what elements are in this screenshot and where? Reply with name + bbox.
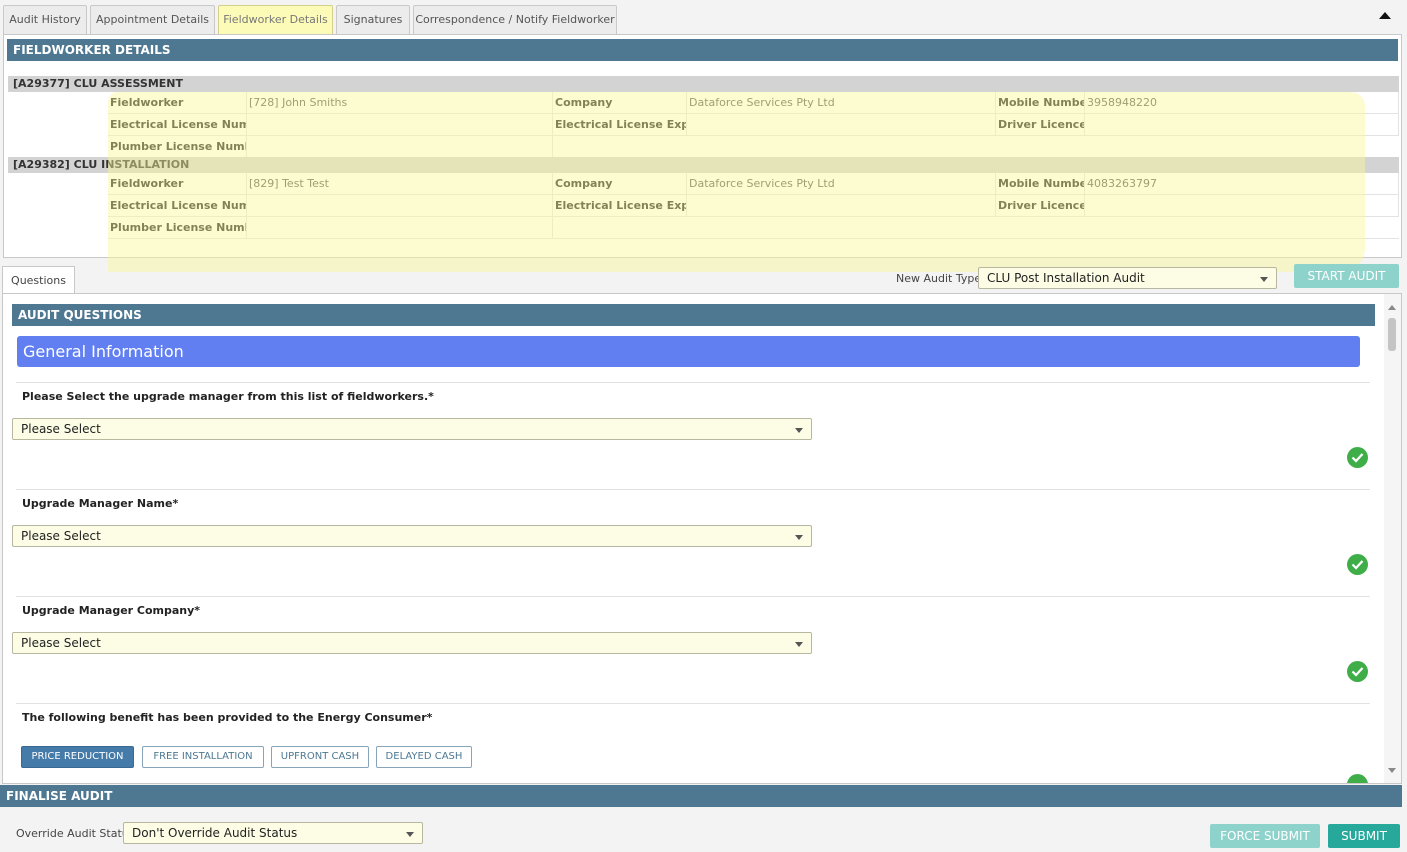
chevron-down-icon (1260, 277, 1268, 282)
electrical-license-label: Electrical License Number (108, 195, 247, 216)
delayed-cash-button[interactable]: DELAYED CASH (376, 746, 472, 768)
fieldworker-details-header: FIELDWORKER DETAILS (7, 39, 1398, 61)
vertical-scrollbar[interactable] (1384, 294, 1401, 783)
override-status-select[interactable]: Don't Override Audit Status (123, 822, 423, 844)
driver-licence-value (1085, 114, 1399, 135)
mobile-label: Mobile Number (996, 92, 1085, 113)
driver-licence-label: Driver Licence (996, 195, 1085, 216)
fieldworker-grid-installation: Fieldworker [829] Test Test Company Data… (108, 173, 1399, 239)
audit-questions-header: AUDIT QUESTIONS (12, 304, 1375, 326)
collapse-up-icon[interactable] (1379, 12, 1391, 19)
fieldworker-value: [829] Test Test (247, 173, 553, 194)
question-label: Upgrade Manager Name* (22, 497, 179, 510)
company-value: Dataforce Services Pty Ltd (687, 92, 996, 113)
question-label: Please Select the upgrade manager from t… (22, 390, 434, 403)
driver-licence-value (1085, 195, 1399, 216)
mobile-label: Mobile Number (996, 173, 1085, 194)
fieldworker-label: Fieldworker (108, 92, 247, 113)
finalise-audit-header: FINALISE AUDIT (0, 785, 1402, 807)
fw-row: Plumber License Number (108, 136, 1399, 158)
override-status-label: Override Audit Status (16, 827, 135, 840)
fw-row: Plumber License Number (108, 217, 1399, 239)
fieldworker-label: Fieldworker (108, 173, 247, 194)
divider (16, 382, 1370, 383)
check-circle-icon (1347, 554, 1368, 575)
override-status-value: Don't Override Audit Status (132, 826, 298, 840)
chevron-down-icon (406, 832, 414, 837)
fieldworker-value: [728] John Smiths (247, 92, 553, 113)
driver-licence-label: Driver Licence (996, 114, 1085, 135)
audit-type-value: CLU Post Installation Audit (987, 271, 1145, 285)
check-circle-icon (1347, 661, 1368, 682)
electrical-license-value (247, 114, 553, 135)
check-circle-icon (1347, 774, 1368, 783)
question-label: Upgrade Manager Company* (22, 604, 201, 617)
divider (16, 596, 1370, 597)
force-submit-button[interactable]: FORCE SUBMIT (1210, 824, 1320, 848)
company-label: Company (553, 173, 687, 194)
tab-appointment-details[interactable]: Appointment Details (90, 5, 215, 34)
mobile-value: 3958948220 (1085, 92, 1399, 113)
company-label: Company (553, 92, 687, 113)
audit-type-select[interactable]: CLU Post Installation Audit (978, 267, 1277, 289)
upgrade-manager-company-select[interactable]: Please Select (12, 632, 812, 654)
question-label: The following benefit has been provided … (22, 711, 433, 724)
group-title-installation: [A29382] CLU INSTALLATION (8, 157, 1399, 173)
select-value: Please Select (21, 529, 101, 543)
electrical-expires-value (687, 114, 996, 135)
top-tab-bar: Audit History Appointment Details Fieldw… (3, 5, 1403, 34)
scroll-down-icon[interactable] (1388, 768, 1396, 773)
electrical-license-label: Electrical License Number (108, 114, 247, 135)
chevron-down-icon (795, 428, 803, 433)
electrical-expires-label: Electrical License Expires (553, 114, 687, 135)
tab-fieldworker-details[interactable]: Fieldworker Details (218, 5, 333, 34)
plumber-license-value (247, 136, 553, 157)
fw-row: Fieldworker [829] Test Test Company Data… (108, 173, 1399, 195)
divider (16, 703, 1370, 704)
tab-signatures[interactable]: Signatures (336, 5, 410, 34)
fieldworker-details-panel: FIELDWORKER DETAILS [A29377] CLU ASSESSM… (3, 34, 1402, 272)
scroll-up-icon[interactable] (1388, 305, 1396, 310)
scroll-thumb[interactable] (1388, 318, 1396, 351)
company-value: Dataforce Services Pty Ltd (687, 173, 996, 194)
submit-button[interactable]: SUBMIT (1328, 824, 1400, 848)
upfront-cash-button[interactable]: UPFRONT CASH (271, 746, 369, 768)
electrical-expires-value (687, 195, 996, 216)
audit-questions-panel: AUDIT QUESTIONS General Information Plea… (2, 293, 1402, 784)
tab-audit-history[interactable]: Audit History (3, 5, 87, 34)
plumber-license-label: Plumber License Number (108, 136, 247, 157)
plumber-license-label: Plumber License Number (108, 217, 247, 238)
fieldworker-grid-assessment: Fieldworker [728] John Smiths Company Da… (108, 92, 1399, 158)
tab-questions[interactable]: Questions (2, 266, 75, 294)
fw-row: Electrical License Number Electrical Lic… (108, 195, 1399, 217)
check-circle-icon (1347, 447, 1368, 468)
fw-row: Fieldworker [728] John Smiths Company Da… (108, 92, 1399, 114)
general-information-section: General Information (17, 336, 1360, 367)
start-audit-button[interactable]: START AUDIT (1294, 264, 1399, 288)
audit-type-label: New Audit Type: (896, 272, 985, 285)
price-reduction-button[interactable]: PRICE REDUCTION (21, 746, 134, 768)
electrical-license-value (247, 195, 553, 216)
free-installation-button[interactable]: FREE INSTALLATION (142, 746, 264, 768)
divider (16, 489, 1370, 490)
upgrade-manager-select[interactable]: Please Select (12, 418, 812, 440)
tab-correspondence[interactable]: Correspondence / Notify Fieldworker (413, 5, 617, 34)
chevron-down-icon (795, 535, 803, 540)
group-title-assessment: [A29377] CLU ASSESSMENT (8, 76, 1399, 92)
fw-row: Electrical License Number Electrical Lic… (108, 114, 1399, 136)
upgrade-manager-name-select[interactable]: Please Select (12, 525, 812, 547)
select-value: Please Select (21, 636, 101, 650)
plumber-license-value (247, 217, 553, 238)
electrical-expires-label: Electrical License Expires (553, 195, 687, 216)
mobile-value: 4083263797 (1085, 173, 1399, 194)
chevron-down-icon (795, 642, 803, 647)
select-value: Please Select (21, 422, 101, 436)
